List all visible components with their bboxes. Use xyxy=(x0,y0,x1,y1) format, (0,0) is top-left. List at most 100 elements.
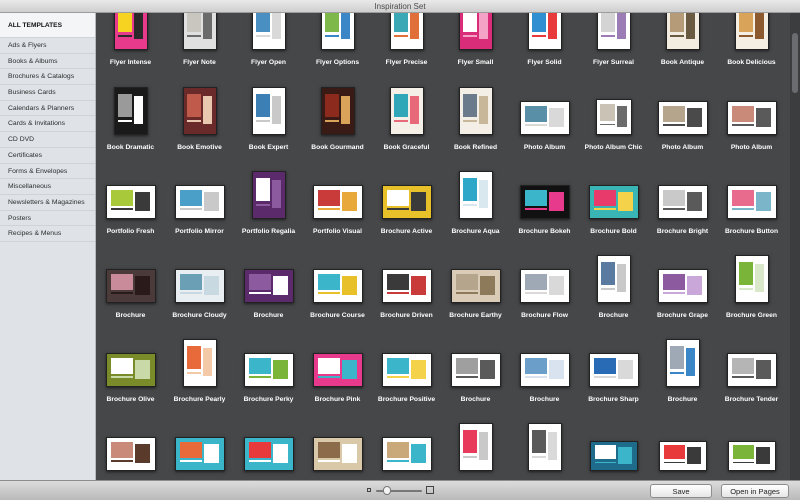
thumbnail-art xyxy=(754,13,765,39)
template-tile[interactable]: Photo Album xyxy=(717,73,786,157)
template-tile[interactable]: Catalog Light xyxy=(441,409,510,480)
template-tile[interactable]: Brochure xyxy=(96,241,165,325)
template-tile[interactable]: Business Card xyxy=(717,409,786,480)
template-tile[interactable]: Brochure Bokeh xyxy=(510,157,579,241)
sidebar-item-newsletters-magazines[interactable]: Newsletters & Magazines xyxy=(0,195,95,211)
template-tile[interactable]: Book Emotive xyxy=(165,73,234,157)
template-thumbnail xyxy=(665,339,700,387)
thumbnail-art xyxy=(111,441,133,458)
sidebar-item-business-cards[interactable]: Business Cards xyxy=(0,85,95,101)
template-tile[interactable]: Flyer Small xyxy=(441,13,510,72)
template-tile[interactable]: Brochure Driven xyxy=(372,241,441,325)
template-tile[interactable]: Brochure Flow xyxy=(510,241,579,325)
template-tile[interactable]: Photo Album xyxy=(510,73,579,157)
thumbnail-art xyxy=(547,13,558,39)
template-tile[interactable]: Brochure Olive xyxy=(96,325,165,409)
template-tile[interactable]: Brochure Pink xyxy=(303,325,372,409)
sidebar-item-posters[interactable]: Posters xyxy=(0,211,95,227)
template-tile[interactable]: Catalog Easy xyxy=(372,409,441,480)
sidebar-item-recipes-menus[interactable]: Recipes & Menus xyxy=(0,226,95,242)
thumbnail-art xyxy=(135,359,150,379)
scrollbar-thumb[interactable] xyxy=(792,33,798,93)
template-tile[interactable]: Brochure Course xyxy=(303,241,372,325)
thumbnail-art xyxy=(387,357,409,374)
template-tile[interactable]: Brochure Vital xyxy=(234,409,303,480)
template-tile[interactable]: Brochure Tender xyxy=(717,325,786,409)
thumbnail-art xyxy=(135,443,150,463)
open-in-pages-button[interactable]: Open in Pages xyxy=(721,484,789,498)
template-tile[interactable]: Book Refined xyxy=(441,73,510,157)
sidebar-item-miscellaneous[interactable]: Miscellaneous xyxy=(0,179,95,195)
template-tile[interactable]: Flyer Options xyxy=(303,13,372,72)
template-tile[interactable]: Book Graceful xyxy=(372,73,441,157)
template-tile[interactable]: Brochure Aqua xyxy=(441,157,510,241)
template-thumbnail xyxy=(726,353,777,387)
template-tile[interactable]: Flyer Surreal xyxy=(579,13,648,72)
template-tile[interactable]: Flyer Solid xyxy=(510,13,579,72)
template-tile[interactable]: Business Card xyxy=(579,409,648,480)
template-tile[interactable]: Brochure xyxy=(96,409,165,480)
template-tile[interactable]: Photo Album xyxy=(648,73,717,157)
template-tile[interactable]: Brochure xyxy=(234,241,303,325)
template-tile[interactable]: Brochure xyxy=(441,325,510,409)
sidebar-item-ads-flyers[interactable]: Ads & Flyers xyxy=(0,38,95,54)
thumbnail-art xyxy=(531,13,547,32)
template-tile[interactable]: Brochure Bold xyxy=(579,157,648,241)
thumbnail-art xyxy=(600,261,616,285)
template-tile[interactable]: Flyer Precise xyxy=(372,13,441,72)
thumbnail-art xyxy=(387,460,409,462)
template-tile[interactable]: Brochure Green xyxy=(717,241,786,325)
template-tile[interactable]: Brochure Button xyxy=(717,157,786,241)
template-tile[interactable]: Book Antique xyxy=(648,13,717,72)
sidebar-item-calendars-planners[interactable]: Calendars & Planners xyxy=(0,101,95,117)
template-thumbnail xyxy=(243,353,294,387)
save-template-button[interactable]: Save Template xyxy=(650,484,712,498)
template-tile[interactable]: Brochure Active xyxy=(372,157,441,241)
template-tile[interactable]: Brochure Perky xyxy=(234,325,303,409)
sidebar-item-brochures-catalogs[interactable]: Brochures & Catalogs xyxy=(0,69,95,86)
template-thumbnail xyxy=(458,171,493,219)
thumbnail-size-slider-knob[interactable] xyxy=(383,486,391,495)
sidebar-item-books-albums[interactable]: Books & Albums xyxy=(0,54,95,70)
thumbnail-art xyxy=(525,376,547,378)
sidebar-item-forms-envelopes[interactable]: Forms & Envelopes xyxy=(0,164,95,180)
template-tile[interactable]: Book Dramatic xyxy=(96,73,165,157)
thumbnail-art xyxy=(616,106,628,127)
template-tile[interactable]: Brochure xyxy=(579,241,648,325)
template-tile[interactable]: Brochure Sharp xyxy=(579,325,648,409)
template-tile[interactable]: Brochure Positive xyxy=(372,325,441,409)
template-tile[interactable]: Flyer Open xyxy=(234,13,303,72)
template-tile[interactable]: Photo Album Chic xyxy=(579,73,648,157)
template-tile[interactable]: Brochure Vibrant xyxy=(165,409,234,480)
template-tile[interactable]: Brochure Earthy xyxy=(441,241,510,325)
thumbnail-art xyxy=(273,443,288,463)
thumbnail-art xyxy=(324,13,340,32)
vertical-scrollbar[interactable] xyxy=(790,13,800,480)
template-thumbnail xyxy=(658,441,707,471)
sidebar-item-cd-dvd[interactable]: CD DVD xyxy=(0,132,95,148)
template-tile[interactable]: Flyer Note xyxy=(165,13,234,72)
thumbnail-art xyxy=(456,357,478,374)
thumbnail-art xyxy=(756,191,771,211)
template-tile[interactable]: Brochure Bright xyxy=(648,157,717,241)
template-tile[interactable]: Portfolio Regalia xyxy=(234,157,303,241)
template-tile[interactable]: Portfolio Fresh xyxy=(96,157,165,241)
template-tile[interactable]: Book Gourmand xyxy=(303,73,372,157)
sidebar-item-all-templates[interactable]: ALL TEMPLATES xyxy=(0,13,95,38)
template-tile[interactable]: Portfolio Visual xyxy=(303,157,372,241)
template-tile[interactable]: Brochure Cloudy xyxy=(165,241,234,325)
template-tile[interactable]: Brochure xyxy=(648,325,717,409)
category-sidebar: ALL TEMPLATES Ads & Flyers Books & Albums B… xyxy=(0,13,96,480)
template-tile[interactable]: Book Expert xyxy=(234,73,303,157)
sidebar-item-certificates[interactable]: Certificates xyxy=(0,148,95,164)
template-tile[interactable]: Business Card xyxy=(648,409,717,480)
template-tile[interactable]: Brochure xyxy=(510,325,579,409)
template-tile[interactable]: Portfolio Mirror xyxy=(165,157,234,241)
template-tile[interactable]: Brochure Warm xyxy=(303,409,372,480)
sidebar-item-cards-invitations[interactable]: Cards & Invitations xyxy=(0,116,95,133)
template-tile[interactable]: Catalog Vibrant xyxy=(510,409,579,480)
template-tile[interactable]: Brochure Pearly xyxy=(165,325,234,409)
template-tile[interactable]: Brochure Grape xyxy=(648,241,717,325)
template-tile[interactable]: Book Delicious xyxy=(717,13,786,72)
template-tile[interactable]: Flyer Intense xyxy=(96,13,165,72)
